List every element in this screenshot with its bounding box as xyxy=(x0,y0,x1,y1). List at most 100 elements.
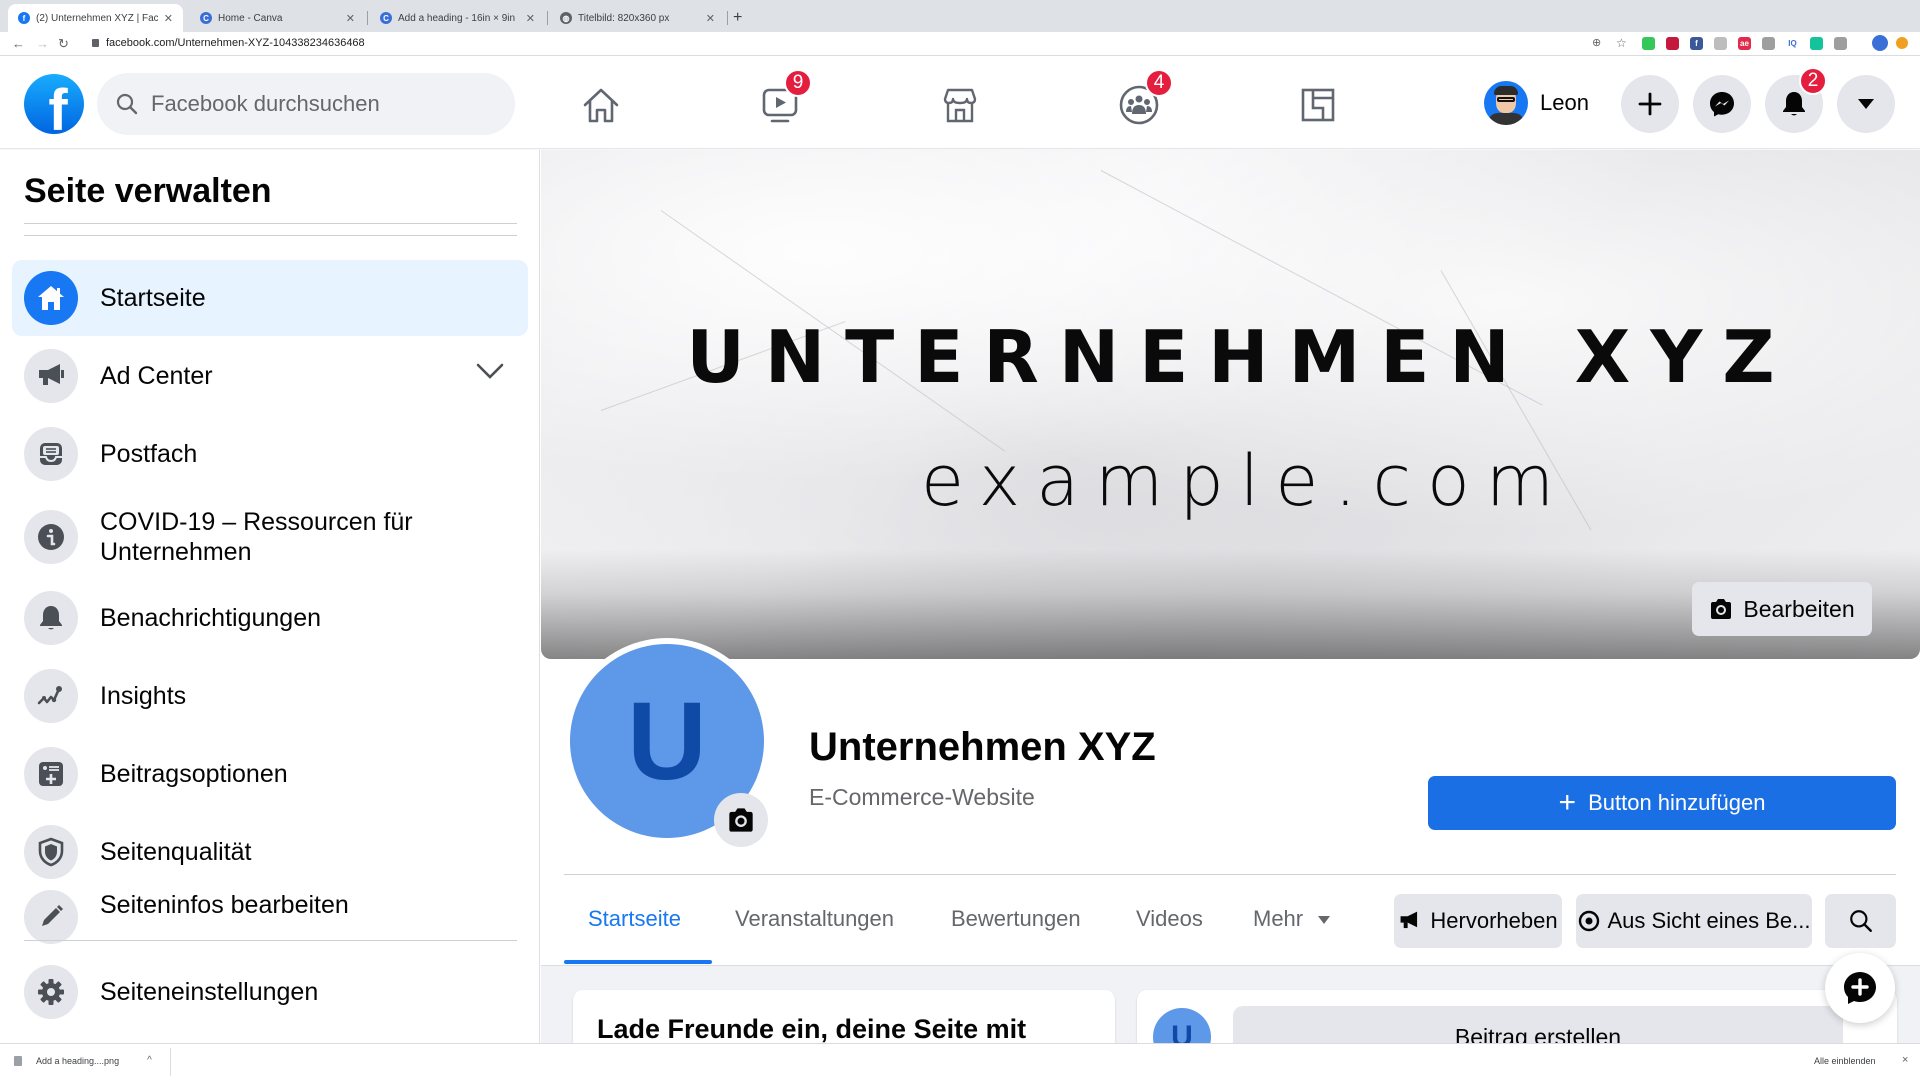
browser-tab-canva-home[interactable]: C Home - Canva ✕ xyxy=(190,4,365,32)
tab-mehr[interactable]: Mehr xyxy=(1253,906,1331,932)
sidebar-item-startseite[interactable]: Startseite xyxy=(12,260,528,336)
sidebar-item-label: Insights xyxy=(100,682,187,710)
sidebar-item-postfach[interactable]: Postfach xyxy=(12,416,528,492)
extension-grey-icon[interactable] xyxy=(1714,37,1727,50)
sidebar-item-seitenqualitaet[interactable]: Seitenqualität xyxy=(12,814,528,890)
tab-veranstaltungen[interactable]: Veranstaltungen xyxy=(735,906,894,932)
update-profile-picture-button[interactable] xyxy=(714,793,768,847)
close-tab-icon[interactable]: ✕ xyxy=(164,12,173,25)
extension-grammarly-icon[interactable] xyxy=(1810,37,1823,50)
view-as-label: Aus Sicht eines Be... xyxy=(1607,908,1811,933)
sidebar-item-seiteneinstellungen[interactable]: Seiteneinstellungen xyxy=(12,954,528,1030)
camera-icon xyxy=(1711,599,1732,619)
avatar xyxy=(1484,81,1528,125)
messenger-button[interactable] xyxy=(1693,75,1751,133)
sidebar-item-label: Ad Center xyxy=(100,362,213,390)
close-tab-icon[interactable]: ✕ xyxy=(706,12,715,25)
browser-tab-titelbild[interactable]: ◍ Titelbild: 820x360 px ✕ xyxy=(550,4,725,32)
update-icon[interactable] xyxy=(1896,37,1908,49)
view-as-visitor-button[interactable]: Aus Sicht eines Be... xyxy=(1576,894,1812,948)
gaming-icon xyxy=(1301,88,1335,122)
sidebar-item-label: COVID-19 – Ressourcen für Unternehmen xyxy=(100,508,413,566)
show-all-downloads-link[interactable]: Alle einblenden xyxy=(1814,1056,1876,1066)
zoom-icon[interactable]: ⊕ xyxy=(1592,36,1601,49)
tab-bewertungen[interactable]: Bewertungen xyxy=(951,906,1081,932)
sidebar-item-label: Seiteneinstellungen xyxy=(100,978,319,1006)
tab-videos[interactable]: Videos xyxy=(1136,906,1203,932)
sidebar-item-insights[interactable]: Insights xyxy=(12,658,528,734)
tab-title: Titelbild: 820x360 px xyxy=(578,12,670,24)
chevron-up-icon[interactable]: ^ xyxy=(147,1055,152,1066)
cover-photo[interactable]: UNTERNEHMEN XYZ example.com Bearbeiten xyxy=(541,150,1920,659)
sidebar-item-label: Beitragsoptionen xyxy=(100,760,288,788)
profile-chip[interactable]: Leon xyxy=(1484,81,1589,125)
close-tab-icon[interactable]: ✕ xyxy=(526,12,535,25)
page-search-button[interactable] xyxy=(1825,894,1896,948)
new-tab-button[interactable]: + xyxy=(733,9,742,27)
nav-marketplace[interactable] xyxy=(932,77,988,133)
extension-facebook-icon[interactable]: f xyxy=(1690,37,1703,50)
nav-home[interactable] xyxy=(573,77,629,133)
sidebar-item-ad-center[interactable]: Ad Center xyxy=(12,338,528,414)
nav-watch[interactable]: 9 xyxy=(752,69,812,133)
marketplace-icon xyxy=(943,88,977,123)
account-menu-button[interactable] xyxy=(1837,75,1895,133)
invite-friends-card: Lade Freunde ein, deine Seite mit xyxy=(573,990,1115,1043)
notifications-button[interactable]: 2 xyxy=(1765,67,1827,133)
extension-yab-icon[interactable] xyxy=(1666,37,1679,50)
plus-icon: + xyxy=(1558,786,1577,819)
reload-icon[interactable]: ↻ xyxy=(58,36,69,52)
close-tab-icon[interactable]: ✕ xyxy=(346,12,355,25)
facebook-logo[interactable]: f xyxy=(24,74,84,134)
search-box[interactable] xyxy=(97,73,515,135)
extension-abp-icon[interactable] xyxy=(1834,37,1847,50)
compose-message-icon xyxy=(1844,972,1876,1004)
sidebar-title: Seite verwalten xyxy=(24,172,272,210)
shield-icon xyxy=(24,825,78,879)
search-input[interactable] xyxy=(151,91,481,117)
post-options-icon xyxy=(24,747,78,801)
create-post-button[interactable]: Beitrag erstellen xyxy=(1233,1006,1843,1043)
extension-green-icon[interactable] xyxy=(1642,37,1655,50)
nav-groups[interactable]: 4 xyxy=(1111,69,1173,133)
sidebar-item-covid19[interactable]: COVID-19 – Ressourcen für Unternehmen xyxy=(12,497,528,577)
tab-title: Home - Canva xyxy=(218,12,283,24)
file-icon xyxy=(14,1055,22,1066)
bell-icon xyxy=(24,591,78,645)
download-item[interactable]: Add a heading....png ^ xyxy=(14,1055,152,1066)
search-icon xyxy=(1849,910,1872,932)
sidebar-item-benachrichtigungen[interactable]: Benachrichtigungen xyxy=(12,580,528,656)
bookmark-star-icon[interactable]: ☆ xyxy=(1616,36,1627,50)
home-icon xyxy=(24,271,78,325)
extension-screen-icon[interactable] xyxy=(1762,37,1775,50)
url-input[interactable]: facebook.com/Unternehmen-XYZ-10433823463… xyxy=(106,37,365,49)
close-download-bar-icon[interactable]: × xyxy=(1902,1054,1908,1066)
sidebar-item-beitragsoptionen[interactable]: Beitragsoptionen xyxy=(12,736,528,812)
browser-profile-avatar[interactable] xyxy=(1872,35,1888,51)
new-message-button[interactable] xyxy=(1825,953,1895,1023)
plus-icon xyxy=(1638,92,1662,116)
search-icon xyxy=(116,93,138,115)
edit-cover-button[interactable]: Bearbeiten xyxy=(1692,582,1872,636)
browser-tab-facebook[interactable]: f (2) Unternehmen XYZ | Facebo ✕ xyxy=(8,4,183,32)
browser-tab-canva-design[interactable]: C Add a heading - 16in × 9in ✕ xyxy=(370,4,545,32)
nav-gaming[interactable] xyxy=(1290,77,1346,133)
promote-label: Hervorheben xyxy=(1430,908,1558,933)
megaphone-icon xyxy=(1400,911,1418,929)
manage-page-sidebar: Seite verwalten Startseite Ad Center Pos… xyxy=(0,150,540,1043)
divider xyxy=(170,1048,171,1076)
sidebar-item-label: Postfach xyxy=(100,440,198,468)
megaphone-icon xyxy=(24,349,78,403)
create-button[interactable] xyxy=(1621,75,1679,133)
back-icon[interactable]: ← xyxy=(12,36,25,51)
canva-icon: C xyxy=(200,12,212,24)
tab-startseite[interactable]: Startseite xyxy=(588,906,681,932)
forward-icon[interactable]: → xyxy=(36,36,49,51)
chevron-down-icon[interactable] xyxy=(476,362,504,380)
cover-subtitle: example.com xyxy=(920,440,1571,522)
extension-iq-icon[interactable]: IQ xyxy=(1786,37,1799,50)
add-button-button[interactable]: + Button hinzufügen xyxy=(1428,776,1896,830)
promote-button[interactable]: Hervorheben xyxy=(1394,894,1562,948)
invite-card-title: Lade Freunde ein, deine Seite mit xyxy=(597,1014,1027,1043)
extension-ae-icon[interactable]: ae xyxy=(1738,37,1751,50)
